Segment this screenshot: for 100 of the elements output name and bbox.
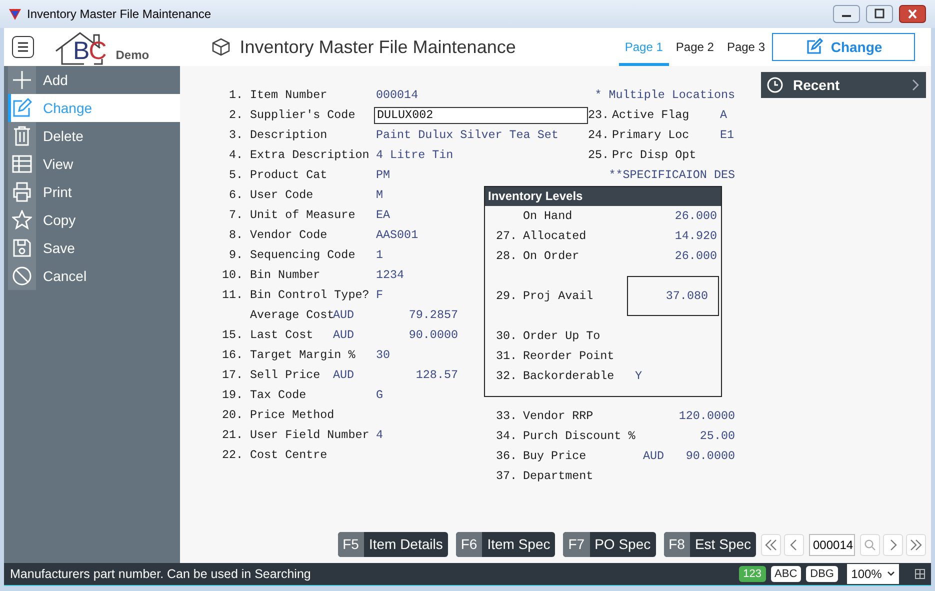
- cube-icon: [212, 38, 230, 56]
- window-title: Inventory Master File Maintenance: [27, 7, 212, 21]
- last-button[interactable]: [906, 534, 926, 556]
- currency-code: AUD: [333, 368, 356, 382]
- currency-code: AUD: [643, 449, 664, 463]
- field-value: 90.0000: [686, 449, 735, 463]
- record-field[interactable]: 000014: [809, 534, 855, 556]
- field-label: Allocated: [523, 229, 586, 243]
- chevron-right-icon: [912, 79, 920, 91]
- page-tab[interactable]: Page 2: [670, 28, 720, 66]
- field-number: 2.: [228, 108, 243, 122]
- field-number: 30.: [496, 329, 518, 343]
- printer-icon: [12, 182, 32, 202]
- field-number: 8.: [228, 228, 243, 242]
- sidebar-item[interactable]: Save: [8, 234, 180, 262]
- field-label: Description: [250, 128, 328, 142]
- field-number: 19.: [222, 388, 243, 402]
- menu-icon[interactable]: [12, 36, 34, 58]
- sidebar-item[interactable]: Print: [8, 178, 180, 206]
- field-number: 21.: [222, 428, 243, 442]
- logo-letter: C: [88, 37, 106, 65]
- field-label: Average Cost: [250, 308, 334, 322]
- field-value: AAS001: [376, 228, 418, 242]
- change-button[interactable]: Change: [772, 33, 915, 61]
- function-key-button[interactable]: F6 Item Spec: [456, 532, 556, 557]
- sidebar-item[interactable]: Delete: [8, 122, 180, 150]
- recent-panel[interactable]: Recent: [761, 72, 926, 98]
- field-value: 26.000: [674, 249, 717, 263]
- field-number: 11.: [222, 288, 243, 302]
- search-button[interactable]: [860, 534, 880, 556]
- field-number: 36.: [496, 449, 518, 463]
- field-value: Paint Dulux Silver Tea Set: [376, 128, 558, 142]
- field-number: 15.: [222, 328, 243, 342]
- field-value: 120.0000: [678, 409, 735, 423]
- mode-toggle[interactable]: ABC: [770, 566, 802, 582]
- field-label: Order Up To: [523, 329, 600, 343]
- page-tab[interactable]: Page 3: [720, 28, 771, 66]
- field-label: On Hand: [523, 209, 572, 223]
- field-value: EA: [376, 208, 390, 222]
- first-icon: [765, 538, 777, 550]
- field-value: M: [376, 188, 384, 202]
- field-label: Reorder Point: [523, 349, 614, 363]
- mode-toggle[interactable]: DBG: [806, 566, 838, 582]
- field-label: Unit of Measure: [250, 208, 356, 222]
- field-number: 27.: [496, 229, 518, 243]
- field-label: User Field Number: [250, 428, 370, 442]
- sidebar-item[interactable]: Add: [8, 66, 180, 94]
- field-label: Target Margin %: [250, 348, 356, 362]
- app-icon: [8, 7, 22, 21]
- field-label: Last Cost: [250, 328, 314, 342]
- field-number: 10.: [222, 268, 243, 282]
- field-value: G: [376, 388, 384, 402]
- page-title: Inventory Master File Maintenance: [240, 36, 516, 58]
- input-field[interactable]: DULUX002: [374, 106, 588, 124]
- sidebar-item[interactable]: View: [8, 150, 180, 178]
- cancel-icon: [12, 266, 32, 286]
- field-value: 4 Litre Tin: [376, 148, 454, 162]
- field-number: 20.: [222, 408, 243, 422]
- function-key-button[interactable]: F5 Item Details: [338, 532, 448, 557]
- field-number: 23.: [588, 108, 610, 122]
- field-number: 6.: [228, 188, 243, 202]
- field-number: 28.: [496, 249, 518, 263]
- minimize-button[interactable]: [833, 5, 860, 23]
- field-label: Item Number: [250, 88, 328, 102]
- field-value: A: [720, 108, 728, 122]
- panel-title: Inventory Levels: [485, 187, 721, 206]
- function-key-button[interactable]: F7 PO Spec: [563, 532, 656, 557]
- zoom-select[interactable]: 100%: [847, 564, 899, 584]
- edit-icon: [804, 38, 823, 56]
- maximize-button[interactable]: [866, 5, 893, 23]
- field-number: 9.: [228, 248, 243, 262]
- note-text: * Multiple Locations: [594, 88, 735, 102]
- grid-icon: [915, 569, 925, 579]
- currency-code: AUD: [333, 308, 356, 322]
- field-number: 5.: [228, 168, 243, 182]
- star-icon: [12, 210, 32, 230]
- function-key-button[interactable]: F8 Est Spec: [664, 532, 756, 557]
- sidebar-item[interactable]: Copy: [8, 206, 180, 234]
- sidebar-item[interactable]: Cancel: [8, 262, 180, 290]
- field-label: Sell Price: [250, 368, 320, 382]
- next-button[interactable]: [883, 534, 903, 556]
- field-label: Bin Number: [250, 268, 320, 282]
- field-value: Y: [635, 369, 642, 383]
- field-number: 32.: [496, 369, 518, 383]
- search-icon: [864, 538, 876, 550]
- field-label: Vendor Code: [250, 228, 328, 242]
- field-label: Price Method: [250, 408, 334, 422]
- field-number: 17.: [222, 368, 243, 382]
- field-value: 14.920: [674, 229, 717, 243]
- field-number: 29.: [496, 289, 518, 303]
- previous-button[interactable]: [784, 534, 804, 556]
- close-button[interactable]: [899, 5, 926, 23]
- table-icon: [12, 154, 32, 174]
- first-button[interactable]: [761, 534, 781, 556]
- field-number: 33.: [496, 409, 518, 423]
- field-label: User Code: [250, 188, 314, 202]
- field-value: F: [376, 288, 384, 302]
- field-number: 3.: [228, 128, 243, 142]
- field-number: 34.: [496, 429, 518, 443]
- field-number: 4.: [228, 148, 243, 162]
